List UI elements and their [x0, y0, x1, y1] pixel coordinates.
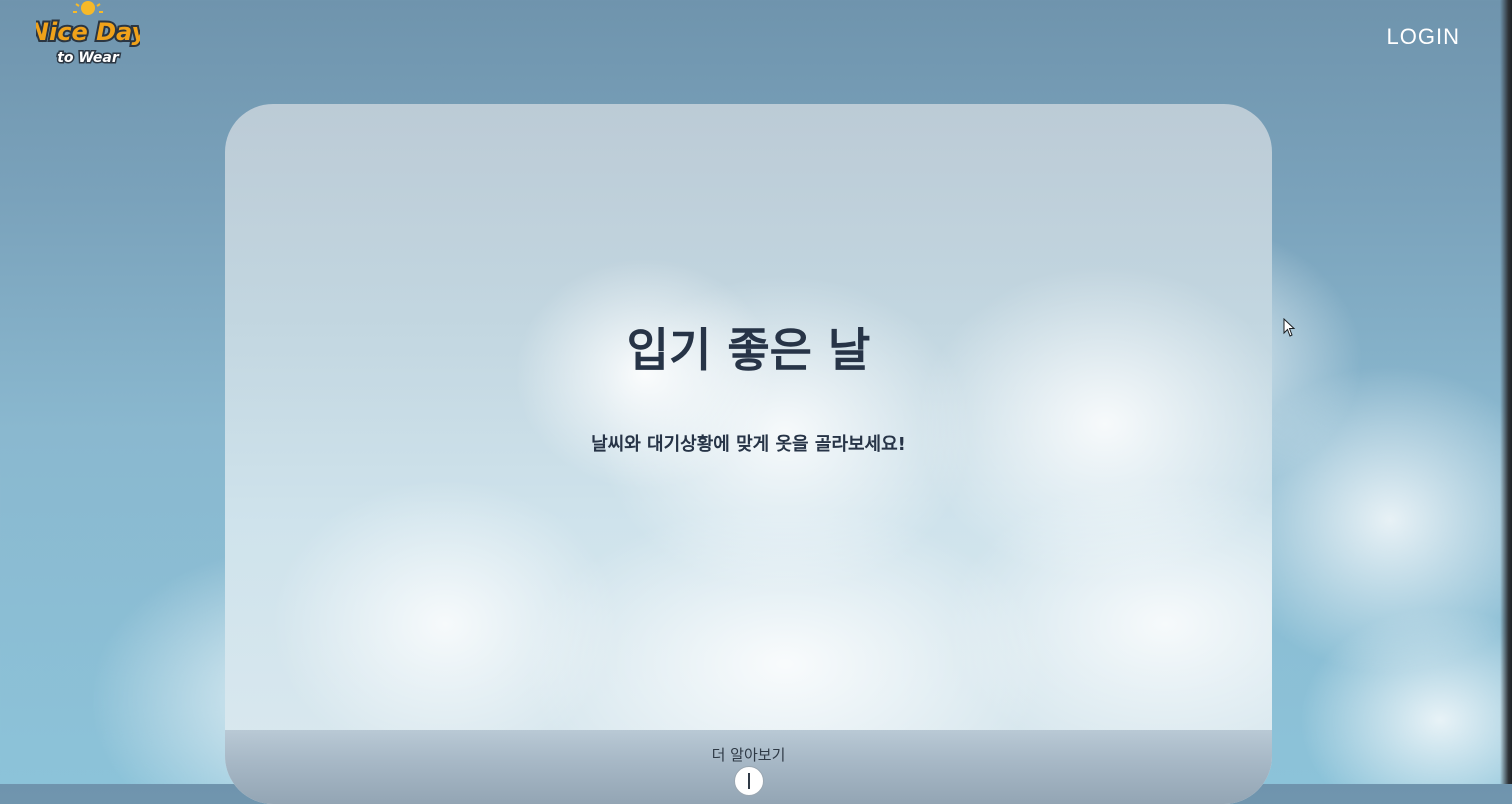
logo-line2: to Wear: [57, 50, 120, 66]
logo-line1: Nice Day: [36, 18, 140, 46]
hero-card: 입기 좋은 날 날씨와 대기상황에 맞게 옷을 골라보세요! 더 알아보기: [225, 104, 1272, 804]
arrow-down-circle-icon[interactable]: [734, 766, 764, 796]
mouse-cursor-icon: [1283, 318, 1296, 337]
window-scrollbar-edge: [1500, 0, 1512, 784]
sun-icon: [73, 1, 103, 15]
hero-subtitle: 날씨와 대기상황에 맞게 옷을 골라보세요!: [591, 434, 906, 455]
nice-day-logo[interactable]: Nice Day to Wear: [36, 0, 140, 68]
login-button[interactable]: LOGIN: [1387, 24, 1460, 50]
learn-more-button[interactable]: 더 알아보기: [225, 730, 1272, 804]
learn-more-label: 더 알아보기: [711, 746, 786, 764]
hero-title: 입기 좋은 날: [626, 323, 871, 377]
top-header: Nice Day to Wear LOGIN: [0, 0, 1512, 80]
logo-graphic: Nice Day to Wear: [36, 1, 140, 68]
